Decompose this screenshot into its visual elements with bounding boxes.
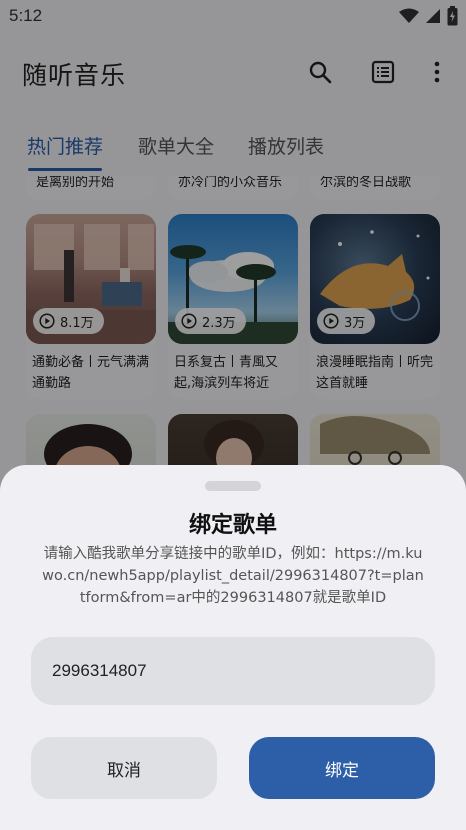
drag-handle[interactable]: [205, 481, 261, 491]
playlist-id-input[interactable]: [31, 637, 435, 705]
dialog-title: 绑定歌单: [188, 513, 277, 538]
bind-button[interactable]: 绑定: [249, 737, 435, 799]
dialog-description: 请输入酷我歌单分享链接中的歌单ID，例如：https://m.kuwo.cn/n…: [42, 546, 424, 606]
bind-playlist-sheet: 绑定歌单 请输入酷我歌单分享链接中的歌单ID，例如：https://m.kuwo…: [0, 465, 466, 830]
cancel-button[interactable]: 取消: [31, 737, 217, 799]
